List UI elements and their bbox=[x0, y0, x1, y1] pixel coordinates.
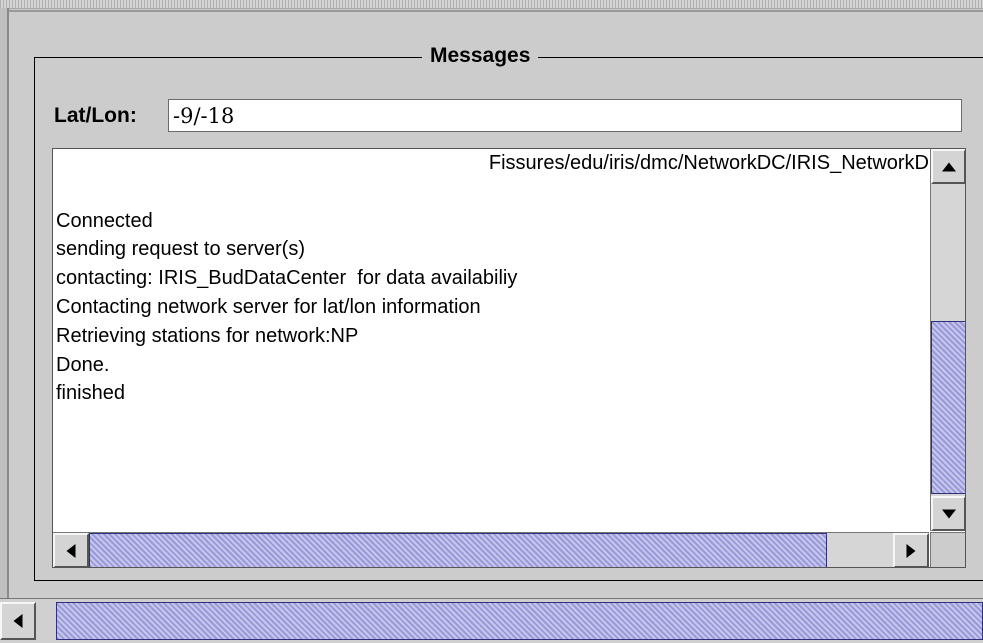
arrow-left-icon bbox=[13, 614, 23, 628]
log-line: Connected bbox=[56, 209, 153, 232]
log-line: Contacting network server for lat/lon in… bbox=[56, 295, 481, 318]
scroll-down-button[interactable] bbox=[931, 496, 965, 531]
scroll-right-button[interactable] bbox=[893, 533, 929, 567]
arrow-down-icon bbox=[941, 509, 956, 518]
arrow-up-icon bbox=[941, 162, 956, 171]
panel-scroll-left-button[interactable] bbox=[0, 602, 36, 640]
log-line: Done. bbox=[56, 353, 110, 376]
message-log-area[interactable]: Fissures/edu/iris/dmc/NetworkDC/IRIS_Net… bbox=[52, 148, 966, 568]
top-divider-strip bbox=[0, 0, 983, 9]
horizontal-scroll-thumb[interactable] bbox=[89, 533, 827, 567]
log-line: Retrieving stations for network:NP bbox=[56, 324, 359, 347]
log-line: finished bbox=[56, 382, 125, 405]
message-log-text: Fissures/edu/iris/dmc/NetworkDC/IRIS_Net… bbox=[56, 149, 929, 531]
scroll-left-button[interactable] bbox=[53, 533, 89, 567]
messages-title: Messages bbox=[422, 42, 539, 70]
panel-horizontal-scroll-thumb[interactable] bbox=[56, 602, 983, 640]
log-line: sending request to server(s) bbox=[56, 238, 306, 261]
scroll-corner bbox=[930, 532, 965, 567]
horizontal-scrollbar[interactable] bbox=[53, 532, 929, 567]
vertical-scrollbar[interactable] bbox=[930, 149, 965, 531]
panel-horizontal-scrollbar[interactable] bbox=[0, 598, 983, 643]
latlon-field[interactable]: -9/-18 bbox=[168, 99, 962, 132]
arrow-right-icon bbox=[906, 543, 916, 558]
log-line: Fissures/edu/iris/dmc/NetworkDC/IRIS_Net… bbox=[488, 152, 929, 174]
vertical-scroll-thumb[interactable] bbox=[931, 321, 965, 494]
scroll-up-button[interactable] bbox=[931, 149, 965, 184]
arrow-left-icon bbox=[66, 543, 76, 558]
left-splitter-edge[interactable] bbox=[0, 8, 9, 598]
log-line: contacting: IRIS_BudDataCenter for data … bbox=[56, 267, 518, 290]
latlon-label: Lat/Lon: bbox=[54, 104, 137, 127]
